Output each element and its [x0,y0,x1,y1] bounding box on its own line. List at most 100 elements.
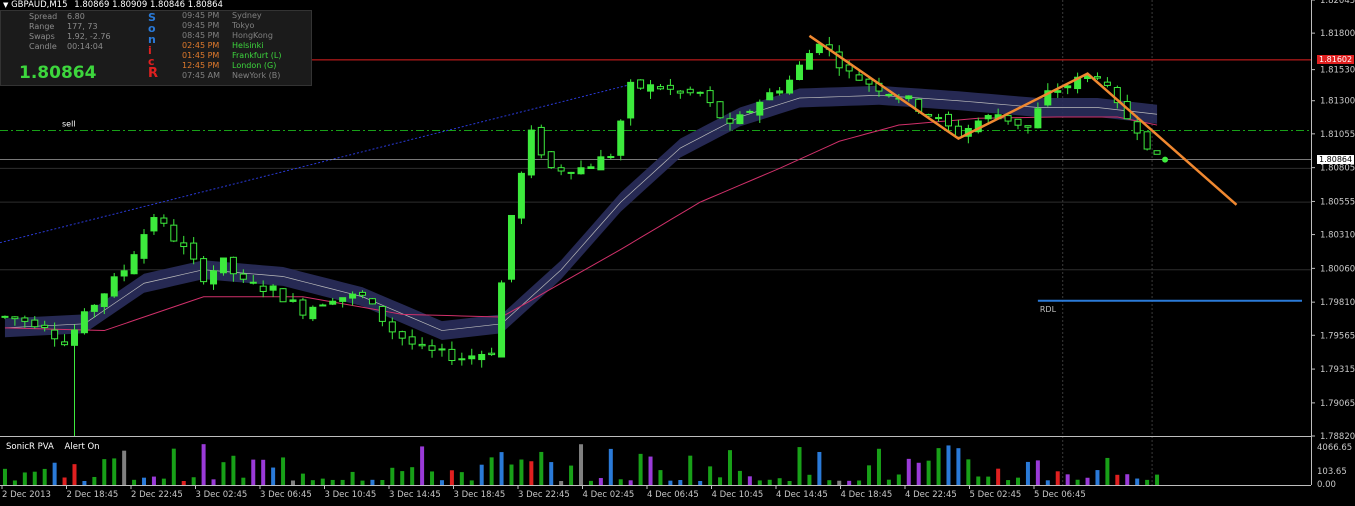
candle-body [398,331,406,339]
volume-bar [62,477,67,485]
candle-body [408,336,416,345]
candle [1143,131,1151,151]
dropdown-arrow-icon[interactable]: ▼ [3,1,8,9]
volume-bar [261,459,266,485]
candle-body [41,324,49,328]
volume-bar [1006,480,1011,485]
time-tick-label: 4 Dec 06:45 [647,490,699,500]
volume-bar [1115,474,1120,485]
candle-body [190,242,198,260]
candle [805,49,813,70]
volume-bar [727,450,732,485]
candle [786,75,794,95]
candle-body [349,293,357,299]
time-tick-label: 5 Dec 02:45 [970,490,1022,500]
candle [686,86,694,96]
candle-body [726,118,734,124]
candle [319,303,327,307]
time-tick-label: 4 Dec 10:45 [712,490,764,500]
volume-bar [1155,474,1160,485]
candle [130,251,138,275]
candle-body [507,214,515,280]
candle-body [269,285,277,291]
volume-bar [290,480,295,485]
volume-bar [658,470,663,485]
candle [458,352,466,366]
session-city: NewYork (B) [232,71,281,80]
volume-bar [896,474,901,485]
candle-body [249,281,257,284]
time-tick-label: 4 Dec 02:45 [583,490,635,500]
volume-bar [400,471,405,485]
session-city: HongKong [232,31,273,40]
candle [61,334,69,347]
candle [279,288,287,303]
volume-bar [579,444,584,485]
session-time: 09:45 PM [182,11,220,20]
current-price-dot [1162,156,1169,163]
candle-body [716,101,724,119]
volume-bar [678,480,683,485]
candle-body [855,74,863,81]
volume-bar [22,472,27,485]
candle-body [944,113,952,127]
candle-body [80,311,88,334]
candle-body [954,125,962,138]
volume-bar [916,462,921,485]
candle-body [359,291,367,296]
volume-bar [380,480,385,485]
volume-bar [608,448,613,485]
candle-body [160,217,168,224]
candle-body [577,167,585,175]
volume-bar [102,459,107,485]
volume-bar [122,450,127,485]
volume-bar [797,447,802,485]
candle [607,153,615,160]
candle-body [289,299,297,302]
candle [150,213,158,235]
volume-bar [82,480,87,485]
candle [527,125,535,179]
volume-bar [747,476,752,485]
candle [1103,77,1111,88]
volume-bar [668,480,673,485]
candle [656,83,664,91]
volume-bar [251,459,256,485]
volume-bar [1075,479,1080,485]
volume-bar [32,471,37,485]
candle [1074,72,1082,94]
session-time: 12:45 PM [182,61,220,70]
candle-body [567,171,575,174]
volume-bar [1095,470,1100,485]
candle-body [100,293,108,308]
candle [1014,118,1022,130]
candle [597,149,605,171]
volume-bar [837,480,842,485]
volume-bar [767,479,772,485]
candle-body [935,117,943,120]
volume-bar [1085,477,1090,485]
price-tick-label: 1.82045 [1320,0,1355,6]
candle [110,273,118,298]
candle-body [180,242,188,248]
candle-body [378,305,386,322]
candle-body [557,167,565,172]
candle-body [1103,81,1111,86]
candle [617,119,625,161]
candle-body [1004,115,1012,122]
symbol-timeframe: GBPAUD,M15 [11,0,68,10]
candle-body [537,126,545,156]
candle-body [319,304,327,307]
chart-window[interactable]: sell RDL 1.82045 1.81800 1.81530 1.81300 1.81… [0,0,1355,502]
candle [428,339,436,358]
time-tick-label: 2 Dec 18:45 [67,490,119,500]
indicator-name: SonicR PVA [6,442,54,452]
candle [706,86,714,107]
session-city: Sydney [232,11,262,20]
volume-bar [787,480,792,485]
candle-body [1143,131,1151,150]
volume-tick-label: 0.00 [1317,480,1336,490]
candle-body [647,84,655,92]
session-time: 01:45 PM [182,51,220,60]
price-tick-label: 1.80805 [1320,164,1355,174]
